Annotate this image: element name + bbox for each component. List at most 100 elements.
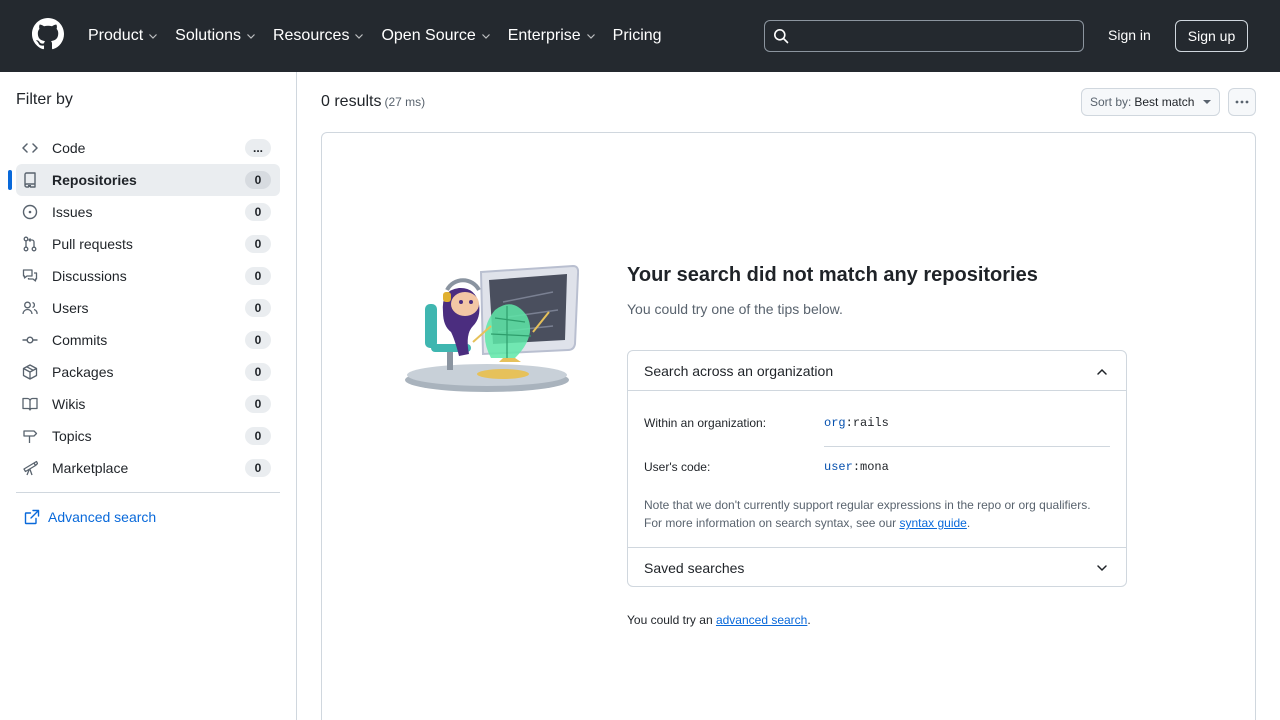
filter-item-packages[interactable]: Packages 0 xyxy=(16,356,280,388)
nav-product[interactable]: Product xyxy=(88,27,159,45)
user-value: mona xyxy=(860,460,889,474)
org-qualifier: org xyxy=(824,416,846,430)
filter-list: Code ... Repositories 0 Issues 0 Pull re… xyxy=(8,132,280,484)
code-icon xyxy=(22,143,38,153)
filter-item-commits[interactable]: Commits 0 xyxy=(16,324,280,356)
package-icon xyxy=(22,364,38,380)
chevron-up-icon xyxy=(1097,368,1107,375)
link-external-icon xyxy=(24,509,40,525)
sort-prefix: Sort by: xyxy=(1090,95,1132,109)
saved-searches-header[interactable]: Saved searches xyxy=(628,547,1126,586)
nav-resources-label: Resources xyxy=(272,27,350,44)
filter-item-label: Discussions xyxy=(52,268,127,284)
people-icon xyxy=(22,301,38,315)
filter-item-wikis[interactable]: Wikis 0 xyxy=(16,388,280,420)
filter-count-badge: 0 xyxy=(245,235,271,253)
user-example-label: User's code: xyxy=(644,460,711,474)
advanced-search-inline-link[interactable]: advanced search xyxy=(716,613,807,627)
nav-solutions[interactable]: Solutions xyxy=(175,27,257,45)
nav-open-source[interactable]: Open Source xyxy=(381,27,491,45)
chevron-down-icon xyxy=(355,34,364,39)
org-tip-header[interactable]: Search across an organization xyxy=(628,351,1126,391)
try-end: . xyxy=(807,613,811,627)
filter-count-badge: 0 xyxy=(245,171,271,189)
filter-item-issues[interactable]: Issues 0 xyxy=(16,196,280,228)
results-summary: 0 results (27 ms) xyxy=(321,93,425,111)
nav-pricing-label: Pricing xyxy=(612,27,662,44)
search-box[interactable] xyxy=(764,20,1084,52)
filter-item-label: Pull requests xyxy=(52,236,133,252)
org-tip-title: Search across an organization xyxy=(644,363,834,379)
filter-item-label: Users xyxy=(52,300,89,316)
chevron-down-icon xyxy=(481,34,490,39)
topic-icon xyxy=(23,430,38,443)
search-input[interactable] xyxy=(797,21,1077,51)
advanced-search-link[interactable]: Advanced search xyxy=(24,509,156,525)
try-advanced-search: You could try an advanced search. xyxy=(627,613,811,627)
nav-resources[interactable]: Resources xyxy=(273,27,365,45)
nav-product-label: Product xyxy=(88,27,144,44)
filter-item-code[interactable]: Code ... xyxy=(16,132,280,164)
nav-open-source-label: Open Source xyxy=(381,27,476,44)
sidebar-divider xyxy=(16,492,280,493)
filter-item-label: Wikis xyxy=(52,396,86,412)
sign-up-button[interactable]: Sign up xyxy=(1175,20,1248,52)
filter-item-discussions[interactable]: Discussions 0 xyxy=(16,260,280,292)
nav-pricing[interactable]: Pricing xyxy=(613,27,662,45)
chevron-down-icon xyxy=(586,34,595,39)
advanced-search-label: Advanced search xyxy=(48,509,157,525)
filter-item-label: Code xyxy=(52,140,86,156)
caret-down-icon xyxy=(1203,100,1211,104)
nav-enterprise[interactable]: Enterprise xyxy=(508,27,597,45)
nav-solutions-label: Solutions xyxy=(175,27,241,44)
filter-count-badge: 0 xyxy=(245,331,271,349)
chevron-down-icon xyxy=(247,34,255,39)
sort-value: Best match xyxy=(1134,95,1195,109)
syntax-note-line2: For more information on search syntax, s… xyxy=(644,516,900,530)
commit-icon xyxy=(22,336,38,344)
results-time: (27 ms) xyxy=(384,95,426,109)
octocat-illustration xyxy=(405,264,579,392)
saved-searches-title: Saved searches xyxy=(644,560,745,576)
filter-item-topics[interactable]: Topics 0 xyxy=(16,420,280,452)
filter-count-badge: 0 xyxy=(245,203,271,221)
discussion-icon xyxy=(22,269,38,282)
kebab-horizontal-icon xyxy=(1235,100,1249,104)
chevron-down-icon xyxy=(149,34,158,39)
github-logo-icon[interactable] xyxy=(32,18,64,50)
filter-count-badge: ... xyxy=(245,139,271,157)
filter-item-label: Issues xyxy=(52,204,93,220)
filter-sidebar: Filter by Code ... Repositories 0 Issues… xyxy=(0,72,297,720)
sign-in-link[interactable]: Sign in xyxy=(1108,27,1151,43)
more-options-button[interactable] xyxy=(1228,88,1256,116)
filter-item-label: Repositories xyxy=(52,172,137,188)
filter-count-badge: 0 xyxy=(245,299,271,317)
try-prefix: You could try an xyxy=(627,613,716,627)
filter-item-repositories[interactable]: Repositories 0 xyxy=(8,164,280,196)
global-header: Product Solutions Resources Open Source … xyxy=(0,0,1280,72)
filter-item-label: Packages xyxy=(52,364,114,380)
telescope-icon xyxy=(23,460,38,476)
syntax-note-end: . xyxy=(966,516,971,530)
primary-nav: Product Solutions Resources Open Source … xyxy=(88,0,678,72)
org-example-code: org:rails xyxy=(824,416,889,430)
filter-count-badge: 0 xyxy=(245,267,271,285)
filter-item-label: Commits xyxy=(52,332,108,348)
org-value: rails xyxy=(852,416,889,430)
filter-item-label: Marketplace xyxy=(52,460,129,476)
syntax-guide-link[interactable]: syntax guide xyxy=(899,516,966,530)
filter-item-users[interactable]: Users 0 xyxy=(16,292,280,324)
empty-state-subtitle: You could try one of the tips below. xyxy=(627,301,843,317)
results-count: 0 results xyxy=(321,93,382,110)
issue-icon xyxy=(22,204,38,220)
search-icon xyxy=(774,29,789,44)
filter-count-badge: 0 xyxy=(245,427,271,445)
chevron-down-icon xyxy=(1097,565,1107,572)
user-example-code: user:mona xyxy=(824,460,889,474)
filter-item-pull-requests[interactable]: Pull requests 0 xyxy=(16,228,280,260)
filter-item-marketplace[interactable]: Marketplace 0 xyxy=(16,452,280,484)
sort-dropdown[interactable]: Sort by: Best match xyxy=(1081,88,1220,116)
filter-count-badge: 0 xyxy=(245,395,271,413)
filter-count-badge: 0 xyxy=(245,459,271,477)
repo-icon xyxy=(24,172,36,188)
